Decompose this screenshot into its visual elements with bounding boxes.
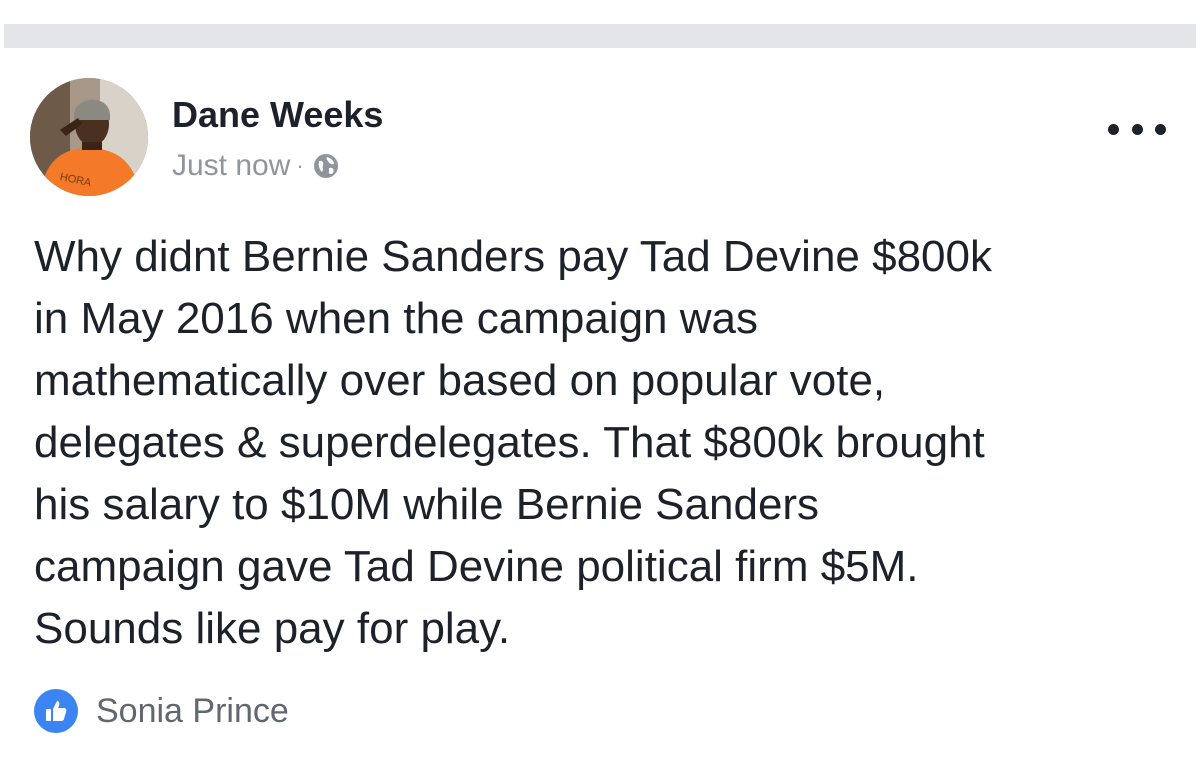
post-text-line: his salary to $10M while Bernie Sanders bbox=[34, 480, 820, 529]
post-text-line: Why didnt Bernie Sanders pay Tad Devine … bbox=[34, 232, 992, 281]
more-dot bbox=[1131, 123, 1143, 135]
post-timestamp[interactable]: Just now bbox=[172, 149, 290, 183]
post-meta: Just now · bbox=[172, 146, 340, 186]
like-icon bbox=[34, 689, 78, 733]
post-text-line: delegates & superdelegates. That $800k b… bbox=[34, 418, 985, 467]
post-text-line: campaign gave Tad Devine political firm … bbox=[34, 542, 919, 591]
globe-icon[interactable] bbox=[312, 152, 340, 180]
author-name[interactable]: Dane Weeks bbox=[172, 94, 383, 136]
reactor-names[interactable]: Sonia Prince bbox=[96, 692, 289, 731]
post-text-line: Sounds like pay for play. bbox=[34, 604, 511, 653]
meta-separator: · bbox=[296, 153, 304, 178]
post-text-line: mathematically over based on popular vot… bbox=[34, 356, 886, 405]
feed-divider bbox=[4, 24, 1196, 48]
feed-post: HORA Dane Weeks Just now · Why didnt Ber… bbox=[0, 48, 1200, 780]
post-text: Why didnt Bernie Sanders pay Tad Devine … bbox=[34, 226, 1184, 660]
avatar-photo: HORA bbox=[30, 78, 148, 196]
author-avatar[interactable]: HORA bbox=[30, 78, 148, 196]
post-text-line: in May 2016 when the campaign was bbox=[34, 294, 758, 343]
reactions-summary[interactable]: Sonia Prince bbox=[34, 688, 289, 734]
more-options-icon[interactable] bbox=[1108, 112, 1166, 146]
more-dot bbox=[1155, 123, 1166, 135]
more-dot bbox=[1108, 123, 1119, 135]
